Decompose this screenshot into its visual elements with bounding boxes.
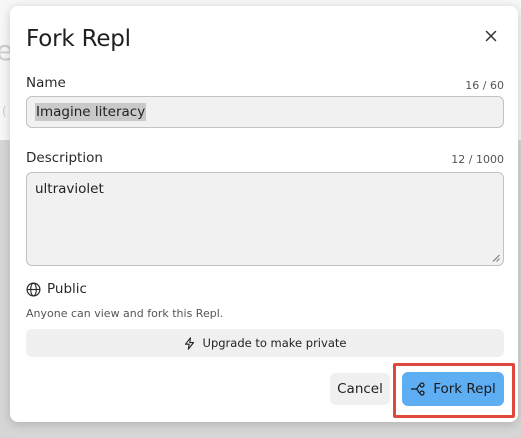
cancel-button-label: Cancel — [337, 381, 383, 397]
background-text-fragment-small: ( — [2, 104, 7, 118]
lightning-icon — [184, 336, 194, 350]
visibility-row: Public — [26, 281, 87, 297]
description-char-counter: 12 / 1000 — [451, 153, 504, 166]
fork-repl-button-label: Fork Repl — [433, 381, 496, 397]
visibility-label: Public — [47, 281, 87, 297]
name-label: Name — [26, 75, 66, 91]
fork-icon — [411, 382, 425, 396]
name-input[interactable]: Imagine literacy — [26, 96, 504, 128]
close-button[interactable] — [478, 23, 504, 49]
upgrade-button-label: Upgrade to make private — [202, 336, 347, 350]
description-textarea[interactable]: ultraviolet — [26, 172, 504, 266]
cancel-button[interactable]: Cancel — [330, 373, 390, 405]
resize-grip-icon[interactable] — [492, 254, 500, 262]
close-icon — [485, 30, 497, 42]
name-char-counter: 16 / 60 — [465, 79, 504, 92]
description-label: Description — [26, 150, 103, 166]
upgrade-button[interactable]: Upgrade to make private — [26, 329, 504, 357]
name-input-value: Imagine literacy — [35, 103, 147, 121]
visibility-description: Anyone can view and fork this Repl. — [26, 307, 224, 320]
fork-repl-button[interactable]: Fork Repl — [402, 372, 504, 406]
globe-icon — [26, 282, 41, 296]
dialog-title: Fork Repl — [26, 26, 131, 52]
description-value: ultraviolet — [35, 181, 104, 197]
fork-repl-dialog: Fork Repl Name 16 / 60 Imagine literacy … — [10, 6, 518, 422]
